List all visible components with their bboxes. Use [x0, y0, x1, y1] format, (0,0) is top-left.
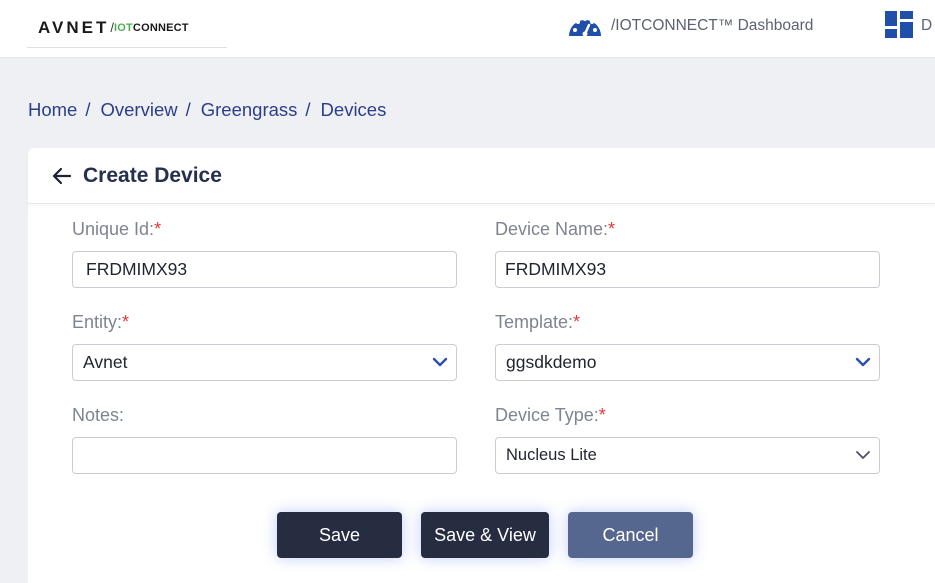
required-marker: *	[154, 219, 162, 239]
breadcrumb-overview[interactable]: Overview	[101, 99, 178, 121]
template-label: Template:*	[495, 312, 580, 333]
chevron-down-icon	[432, 354, 448, 375]
top-bar: AVNET / IOT CONNECT /IOTCONNECT™ Dashboa…	[0, 0, 935, 58]
entity-selected-value: Avnet	[83, 352, 128, 372]
chevron-down-icon	[855, 354, 871, 375]
logo-iot: IOT	[113, 21, 133, 34]
save-button[interactable]: Save	[277, 512, 402, 558]
dashboard-gauge-icon	[567, 10, 603, 43]
unique-id-label: Unique Id:*	[72, 219, 161, 240]
entity-select[interactable]: Avnet	[72, 344, 457, 381]
breadcrumb-separator: /	[305, 99, 311, 120]
back-arrow-icon[interactable]	[52, 166, 72, 186]
grid-layout-icon	[885, 11, 913, 41]
entity-label: Entity:*	[72, 312, 129, 333]
breadcrumb-separator: /	[185, 99, 191, 120]
device-type-label: Device Type:*	[495, 405, 606, 426]
notes-label-text: Notes:	[72, 405, 125, 425]
notes-label: Notes:	[72, 405, 124, 426]
breadcrumb-home[interactable]: Home	[28, 99, 77, 121]
device-type-label-text: Device Type:	[495, 405, 599, 425]
breadcrumb: Home / Overview / Greengrass / Devices	[28, 99, 386, 121]
unique-id-field[interactable]	[72, 251, 457, 288]
breadcrumb-greengrass[interactable]: Greengrass	[201, 99, 298, 121]
save-and-view-button[interactable]: Save & View	[421, 512, 549, 558]
template-selected-value: ggsdkdemo	[506, 352, 597, 372]
device-name-label-text: Device Name:	[495, 219, 609, 239]
breadcrumb-separator: /	[85, 99, 91, 120]
template-select[interactable]: ggsdkdemo	[495, 344, 880, 381]
chevron-down-icon	[855, 447, 871, 468]
logo-brand: AVNET	[38, 17, 110, 37]
entity-label-text: Entity:	[72, 312, 123, 332]
device-name-input[interactable]	[496, 252, 879, 287]
nav-dashboard-label: /IOTCONNECT™ Dashboard	[611, 17, 814, 34]
device-name-field[interactable]	[495, 251, 880, 288]
device-name-label: Device Name:*	[495, 219, 615, 240]
unique-id-input[interactable]	[73, 252, 456, 287]
device-type-selected-value: Nucleus Lite	[506, 446, 597, 464]
notes-field[interactable]	[72, 437, 457, 474]
device-type-select[interactable]: Nucleus Lite	[495, 437, 880, 474]
template-label-text: Template:	[495, 312, 574, 332]
nav-dashboard-link[interactable]: /IOTCONNECT™ Dashboard	[567, 10, 813, 42]
required-marker: *	[573, 312, 581, 332]
required-marker: *	[608, 219, 616, 239]
cancel-button[interactable]: Cancel	[568, 512, 693, 558]
logo-connect: CONNECT	[132, 21, 189, 34]
required-marker: *	[598, 405, 606, 425]
required-marker: *	[122, 312, 130, 332]
notes-input[interactable]	[73, 438, 456, 473]
unique-id-label-text: Unique Id:	[72, 219, 155, 239]
avnet-iotconnect-logo[interactable]: AVNET / IOT CONNECT	[27, 8, 227, 48]
card-header: Create Device	[28, 148, 935, 204]
nav-grid-link[interactable]: D	[885, 11, 935, 41]
page-title: Create Device	[83, 163, 222, 187]
breadcrumb-devices[interactable]: Devices	[321, 99, 387, 121]
nav-grid-label: D	[921, 17, 933, 34]
